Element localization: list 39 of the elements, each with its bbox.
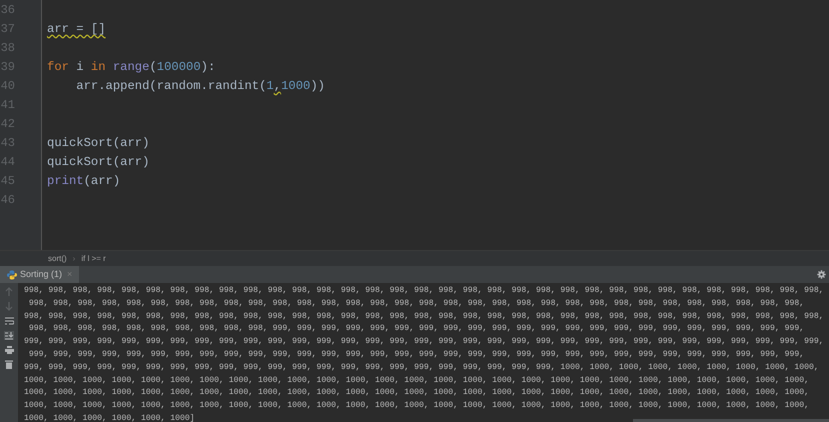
code-token: 1 <box>266 79 274 93</box>
code-token: ): <box>200 60 216 74</box>
code-token: arr = [] <box>47 22 106 36</box>
code-token: i <box>75 60 85 74</box>
soft-wrap-icon[interactable] <box>4 317 14 325</box>
code-token: quickSort(arr) <box>47 136 150 150</box>
code-token: for <box>47 60 69 74</box>
console-output-line: 999, 999, 999, 999, 999, 999, 999, 999, 999, 999, 999, 999, 999, 999, 999, 999, 999, 999, 999, 999, 999, 999, 999, 999, 999, 999, 999, 999, 999, 999, 999, 999, 999, <box>24 336 824 348</box>
console-output-line: 1000, 1000, 1000, 1000, 1000, 1000, 1000, 1000, 1000, 1000, 1000, 1000, 1000, 1000, 1000, 1000, 1000, 1000, 1000, 1000, 1000, 1000, 1000, 1000, 1000, 1000, 1000, <box>24 400 810 412</box>
horizontal-scrollbar[interactable] <box>633 419 829 422</box>
code-token: ( <box>149 60 157 74</box>
print-icon[interactable] <box>4 346 14 354</box>
code-token: quickSort(arr) <box>47 155 150 169</box>
run-tab[interactable]: Sorting (1) × <box>0 266 80 283</box>
console-output-line: 998, 998, 998, 998, 998, 998, 998, 998, 998, 998, 998, 998, 998, 998, 998, 998, 998, 998, 998, 998, 998, 998, 998, 998, 998, 998, 998, 998, 998, 998, 998, 998, 998, <box>24 310 824 323</box>
code-token: range <box>112 60 150 74</box>
console-output-line: 999, 999, 999, 999, 999, 999, 999, 999, 999, 999, 999, 999, 999, 999, 999, 999, 999, 999, 999, 999, 999, 999, 1000, 1000, 1000, 1000, 1000, 1000, 1000, 1000, 1000, <box>24 362 819 374</box>
code-token: 100000 <box>156 60 201 74</box>
code-token: )) <box>310 79 325 93</box>
console-output-line: 999, 999, 999, 999, 999, 999, 999, 999, 999, 999, 999, 999, 999, 999, 999, 999, 999, 999, 999, 999, 999, 999, 999, 999, 999, 999, 999, 999, 999, 999, 999, 999, <box>28 348 804 361</box>
code-token: in <box>90 60 107 74</box>
console-output-line: 998, 998, 998, 998, 998, 998, 998, 998, 998, 998, 998, 998, 998, 998, 998, 998, 998, 998, 998, 998, 998, 998, 998, 998, 998, 998, 998, 998, 998, 998, 998, 998, <box>28 298 804 310</box>
breadcrumb[interactable]: if l >= r <box>81 252 106 264</box>
console-output-line: 1000, 1000, 1000, 1000, 1000, 1000, 1000, 1000, 1000, 1000, 1000, 1000, 1000, 1000, 1000, 1000, 1000, 1000, 1000, 1000, 1000, 1000, 1000, 1000, 1000, 1000, 1000, <box>24 387 810 400</box>
console-output-line: 998, 998, 998, 998, 998, 998, 998, 998, 998, 998, 998, 998, 998, 998, 998, 998, 998, 998, 998, 998, 998, 998, 998, 998, 998, 998, 998, 998, 998, 998, 998, 998, 998, <box>24 285 824 297</box>
console-output-line: 1000, 1000, 1000, 1000, 1000, 1000, 1000, 1000, 1000, 1000, 1000, 1000, 1000, 1000, 1000, 1000, 1000, 1000, 1000, 1000, 1000, 1000, 1000, 1000, 1000, 1000, 1000, <box>24 374 810 387</box>
scroll-to-end-icon[interactable] <box>4 331 14 340</box>
code-token: , <box>274 79 282 93</box>
python-icon <box>7 270 17 280</box>
code-token: arr.append(random.randint( <box>75 79 266 93</box>
chevron-icon: › <box>72 252 76 264</box>
code-token: 1000 <box>281 79 310 93</box>
trash-icon[interactable] <box>5 360 13 369</box>
console-output-line: 998, 998, 998, 998, 998, 998, 998, 998, 998, 998, 999, 999, 999, 999, 999, 999, 999, 999, 999, 999, 999, 999, 999, 999, 999, 999, 999, 999, 999, 999, 999, 999, <box>28 323 804 336</box>
console-output-line: 1000, 1000, 1000, 1000, 1000, 1000] <box>24 412 195 422</box>
code-token: (arr) <box>84 174 120 188</box>
settings-icon[interactable] <box>817 270 826 279</box>
code-token: print <box>47 174 84 188</box>
breadcrumb[interactable]: sort() <box>48 252 67 264</box>
